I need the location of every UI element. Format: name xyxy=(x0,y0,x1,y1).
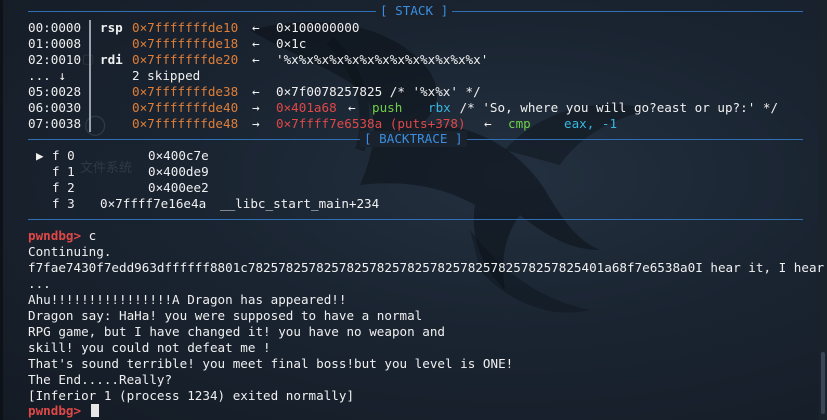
stack-value: 0×1c xyxy=(276,36,307,51)
stack-address: 0×7fffffffde40 xyxy=(132,100,239,115)
stack-header: [ STACK ] xyxy=(376,3,453,19)
backtrace-header: [ BACKTRACE ] xyxy=(360,131,467,147)
stack-offset: 07:0038 xyxy=(28,116,82,131)
stack-address: 0×7fffffffde10 xyxy=(132,20,239,35)
stack-pointer: 0×7ffff7e6538a (puts+378) xyxy=(276,116,466,131)
stack-register: rdi xyxy=(100,52,123,67)
stack-arrow-2: ← xyxy=(348,100,356,115)
command-text: c xyxy=(88,228,97,243)
stack-register: rsp xyxy=(100,20,123,35)
stack-address: 0×7fffffffde48 xyxy=(132,116,239,131)
stack-operand: eax, -1 xyxy=(564,116,618,131)
stack-arrow: → xyxy=(252,116,260,131)
stack-value: 0×7f0078257825 /* '%x%x' */ xyxy=(276,84,481,99)
frame-address: 0×400ee2 xyxy=(148,180,209,195)
stack-address: 0×7fffffffde18 xyxy=(132,36,239,51)
stack-offset: 02:0010 xyxy=(28,52,82,67)
console-output-line: Continuing. xyxy=(28,244,112,259)
stack-instruction: push xyxy=(372,100,403,115)
desktop-ghost-disk-icon: ◯ xyxy=(84,112,107,136)
stack-instruction: cmp xyxy=(508,116,531,131)
console-output-line: The End.....Really? xyxy=(28,372,173,387)
console-output-line: Ahu!!!!!!!!!!!!!!!!A Dragon has appeared… xyxy=(28,292,347,307)
frame-index: f 0 xyxy=(52,148,75,163)
stack-arrow: ← xyxy=(252,84,260,99)
desktop-ghost-label: 文件系统 xyxy=(80,161,133,176)
stack-arrow: ← xyxy=(252,20,260,35)
stack-value: 2 skipped xyxy=(132,68,201,83)
console-output-line: Dragon say: HaHa! you were supposed to h… xyxy=(28,308,423,323)
prompt-line-active[interactable]: pwndbg> xyxy=(28,403,99,419)
scrollbar[interactable] xyxy=(819,0,827,420)
console-output-line: ... xyxy=(28,276,51,291)
stack-comment: /* 'So, where you will go?east or up?:' … xyxy=(452,100,779,115)
stack-arrow: → xyxy=(252,100,260,115)
terminal-window[interactable]: ▢ ◯ 文件系统 [ STACK ] 00:0000rsp0×7fffffffd… xyxy=(0,0,827,420)
stack-value: 0×100000000 xyxy=(276,20,360,35)
prompt-label: pwndbg> xyxy=(28,228,82,243)
text-cursor xyxy=(90,404,99,417)
console-output-line: That's sound terrible! you meet final bo… xyxy=(28,356,514,371)
frame-index: f 3 xyxy=(52,196,75,211)
frame-index: f 1 xyxy=(52,164,75,179)
console-output-line: f7fae7430f7edd963dffffff8801c78257825782… xyxy=(28,260,827,275)
frame-selected-marker: ▶ xyxy=(36,148,44,163)
stack-offset: ... ↓ xyxy=(28,68,66,83)
stack-address: 0×7fffffffde38 xyxy=(132,84,239,99)
stack-offset: 06:0030 xyxy=(28,100,82,115)
backtrace-end-separator xyxy=(28,219,803,220)
stack-arrow: ← xyxy=(252,52,260,67)
scroll-thumb[interactable] xyxy=(821,352,825,414)
stack-pointer: 0×401a68 xyxy=(276,100,337,115)
stack-offset: 00:0000 xyxy=(28,20,82,35)
stack-arrow-2: ← xyxy=(484,116,492,131)
prompt-line[interactable]: pwndbg> c xyxy=(28,228,96,244)
stack-operand: rbx xyxy=(428,100,451,115)
stack-offset: 05:0028 xyxy=(28,84,82,99)
frame-address: 0×400c7e xyxy=(148,148,209,163)
frame-index: f 2 xyxy=(52,180,75,195)
stack-pipe-divider xyxy=(89,20,91,132)
frame-address: 0×400de9 xyxy=(148,164,209,179)
stack-address: 0×7fffffffde20 xyxy=(132,52,239,67)
window-edge xyxy=(0,0,3,420)
stack-offset: 01:0008 xyxy=(28,36,82,51)
stack-value: '%x%x%x%x%x%x%x%x%x%x%x%x%x' xyxy=(276,52,489,67)
frame-symbol: __libc_start_main+234 xyxy=(220,196,380,211)
prompt-label-active: pwndbg> xyxy=(28,403,82,418)
console-output-line: skill! you could not defeat me ! xyxy=(28,340,271,355)
console-output-line: [Inferior 1 (process 1234) exited normal… xyxy=(28,388,355,403)
stack-arrow: ← xyxy=(252,36,260,51)
console-output-line: RPG game, but I have changed it! you hav… xyxy=(28,324,446,339)
frame-address: 0×7ffff7e16e4a xyxy=(100,196,207,211)
